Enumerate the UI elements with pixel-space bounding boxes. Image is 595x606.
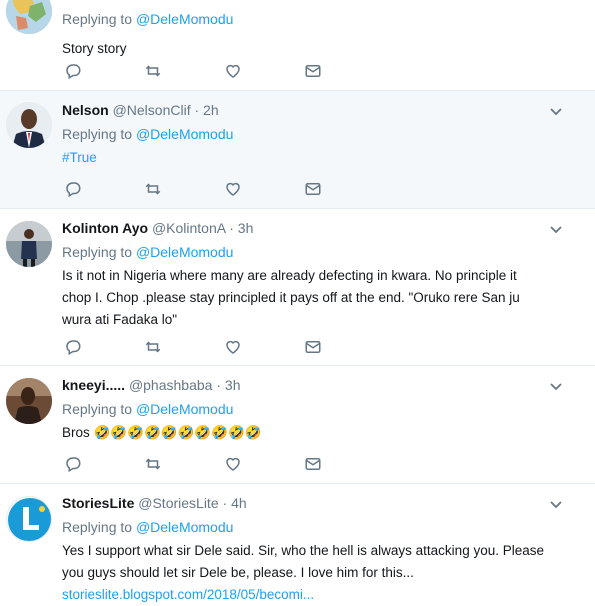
user-handle[interactable]: @NelsonClif [113, 102, 191, 118]
retweet-icon[interactable] [144, 455, 164, 475]
timestamp[interactable]: 4h [231, 495, 247, 511]
replying-to: Replying to @DeleMomodu [62, 123, 581, 145]
display-name[interactable]: StoriesLite [62, 495, 134, 511]
avatar[interactable] [6, 0, 52, 34]
tweet-text-line: wura ati Fadaka lo" [62, 312, 178, 327]
user-handle[interactable]: @StoriesLite [138, 495, 218, 511]
timestamp[interactable]: 3h [238, 220, 254, 236]
tweet-actions [62, 62, 332, 82]
replying-label: Replying to [62, 126, 133, 142]
tweet-text-line: Yes I support what sir Dele said. Sir, w… [62, 543, 544, 558]
tweet-text: Story story [62, 41, 127, 56]
tweet-header: Kolinton Ayo @KolintonA · 3h [62, 219, 581, 237]
retweet-icon[interactable] [144, 180, 164, 200]
tweet[interactable]: kneeyi..... @phashbaba · 3h Replying to … [0, 366, 595, 484]
tweet-text: Yes I support what sir Dele said. Sir, w… [62, 540, 581, 606]
avatar[interactable] [6, 221, 52, 267]
display-name[interactable]: Kolinton Ayo [62, 220, 148, 236]
tweet[interactable]: Kolinton Ayo @KolintonA · 3h Replying to… [0, 209, 595, 366]
replying-to: Replying to @DeleMomodu [62, 241, 581, 263]
tweet[interactable]: Replying to @DeleMomodu Story story [0, 0, 595, 91]
separator-dot: · [229, 220, 234, 236]
separator-dot: · [216, 377, 222, 393]
retweet-icon[interactable] [144, 62, 164, 82]
reply-icon[interactable] [64, 455, 84, 475]
user-handle[interactable]: @phashbaba [129, 377, 213, 393]
timestamp[interactable]: 2h [203, 102, 219, 118]
tweet-actions [62, 180, 332, 200]
standing-man-avatar-image [6, 221, 52, 267]
mention-link[interactable]: @DeleMomodu [136, 126, 233, 142]
tweet-header: Nelson @NelsonClif · 2h [62, 101, 581, 119]
rofl-emoji-row: 🤣🤣🤣🤣🤣🤣🤣🤣🤣🤣 [93, 425, 262, 441]
user-handle[interactable]: @KolintonA [152, 220, 225, 236]
external-link[interactable]: storieslite.blogspot.com/2018/05/becomi.… [62, 584, 581, 606]
replying-label: Replying to [62, 244, 133, 260]
hashtag-link[interactable]: #True [62, 150, 97, 165]
woman-avatar-image [6, 378, 52, 424]
envelope-icon[interactable] [304, 62, 324, 82]
heart-icon[interactable] [224, 62, 244, 82]
mention-link[interactable]: @DeleMomodu [136, 244, 233, 260]
envelope-icon[interactable] [304, 180, 324, 200]
tweet-header: kneeyi..... @phashbaba · 3h [62, 376, 581, 394]
chevron-down-icon[interactable] [549, 223, 563, 237]
avatar[interactable] [6, 378, 52, 424]
retweet-icon[interactable] [144, 338, 164, 358]
avatar[interactable] [6, 102, 52, 148]
replying-to: Replying to @DeleMomodu [62, 516, 581, 538]
tweet-actions [62, 455, 332, 475]
tweet[interactable]: StoriesLite @StoriesLite · 4h Replying t… [0, 484, 595, 605]
mention-link[interactable]: @DeleMomodu [136, 11, 233, 27]
tweet-text-line: you guys should let sir Dele be, please.… [62, 565, 414, 580]
replying-label: Replying to [62, 519, 133, 535]
timestamp[interactable]: 3h [225, 377, 241, 393]
heart-icon[interactable] [224, 455, 244, 475]
separator-dot: · [222, 495, 228, 511]
envelope-icon[interactable] [304, 455, 324, 475]
tweet-actions [62, 338, 332, 358]
avatar[interactable] [6, 496, 52, 542]
storieslite-logo-avatar-image [8, 498, 51, 541]
display-name[interactable]: Nelson [62, 102, 109, 118]
tweet-text-line: chop I. Chop .please stay principled it … [62, 290, 520, 305]
mention-link[interactable]: @DeleMomodu [136, 401, 233, 417]
display-name[interactable]: kneeyi..... [62, 377, 125, 393]
replying-label: Replying to [62, 11, 133, 27]
reply-icon[interactable] [64, 338, 84, 358]
tweet-header: StoriesLite @StoriesLite · 4h [62, 494, 581, 512]
replying-to: Replying to @DeleMomodu [62, 8, 581, 30]
reply-icon[interactable] [64, 62, 84, 82]
man-suit-avatar-image [6, 102, 52, 148]
chevron-down-icon[interactable] [549, 380, 563, 394]
tweet-text: Bros 🤣🤣🤣🤣🤣🤣🤣🤣🤣🤣 [62, 422, 581, 444]
map-avatar-image [6, 0, 52, 34]
chevron-down-icon[interactable] [549, 498, 563, 512]
tweet-text-line: Is it not in Nigeria where many are alre… [62, 268, 517, 283]
heart-icon[interactable] [224, 338, 244, 358]
separator-dot: · [194, 102, 200, 118]
tweet-text-word: Bros [62, 425, 90, 440]
envelope-icon[interactable] [304, 338, 324, 358]
tweet-text: Is it not in Nigeria where many are alre… [62, 265, 581, 331]
replying-label: Replying to [62, 401, 133, 417]
chevron-down-icon[interactable] [549, 105, 563, 119]
mention-link[interactable]: @DeleMomodu [136, 519, 233, 535]
replying-to: Replying to @DeleMomodu [62, 398, 581, 420]
reply-icon[interactable] [64, 180, 84, 200]
tweet[interactable]: Nelson @NelsonClif · 2h Replying to @Del… [0, 91, 595, 209]
heart-icon[interactable] [224, 180, 244, 200]
